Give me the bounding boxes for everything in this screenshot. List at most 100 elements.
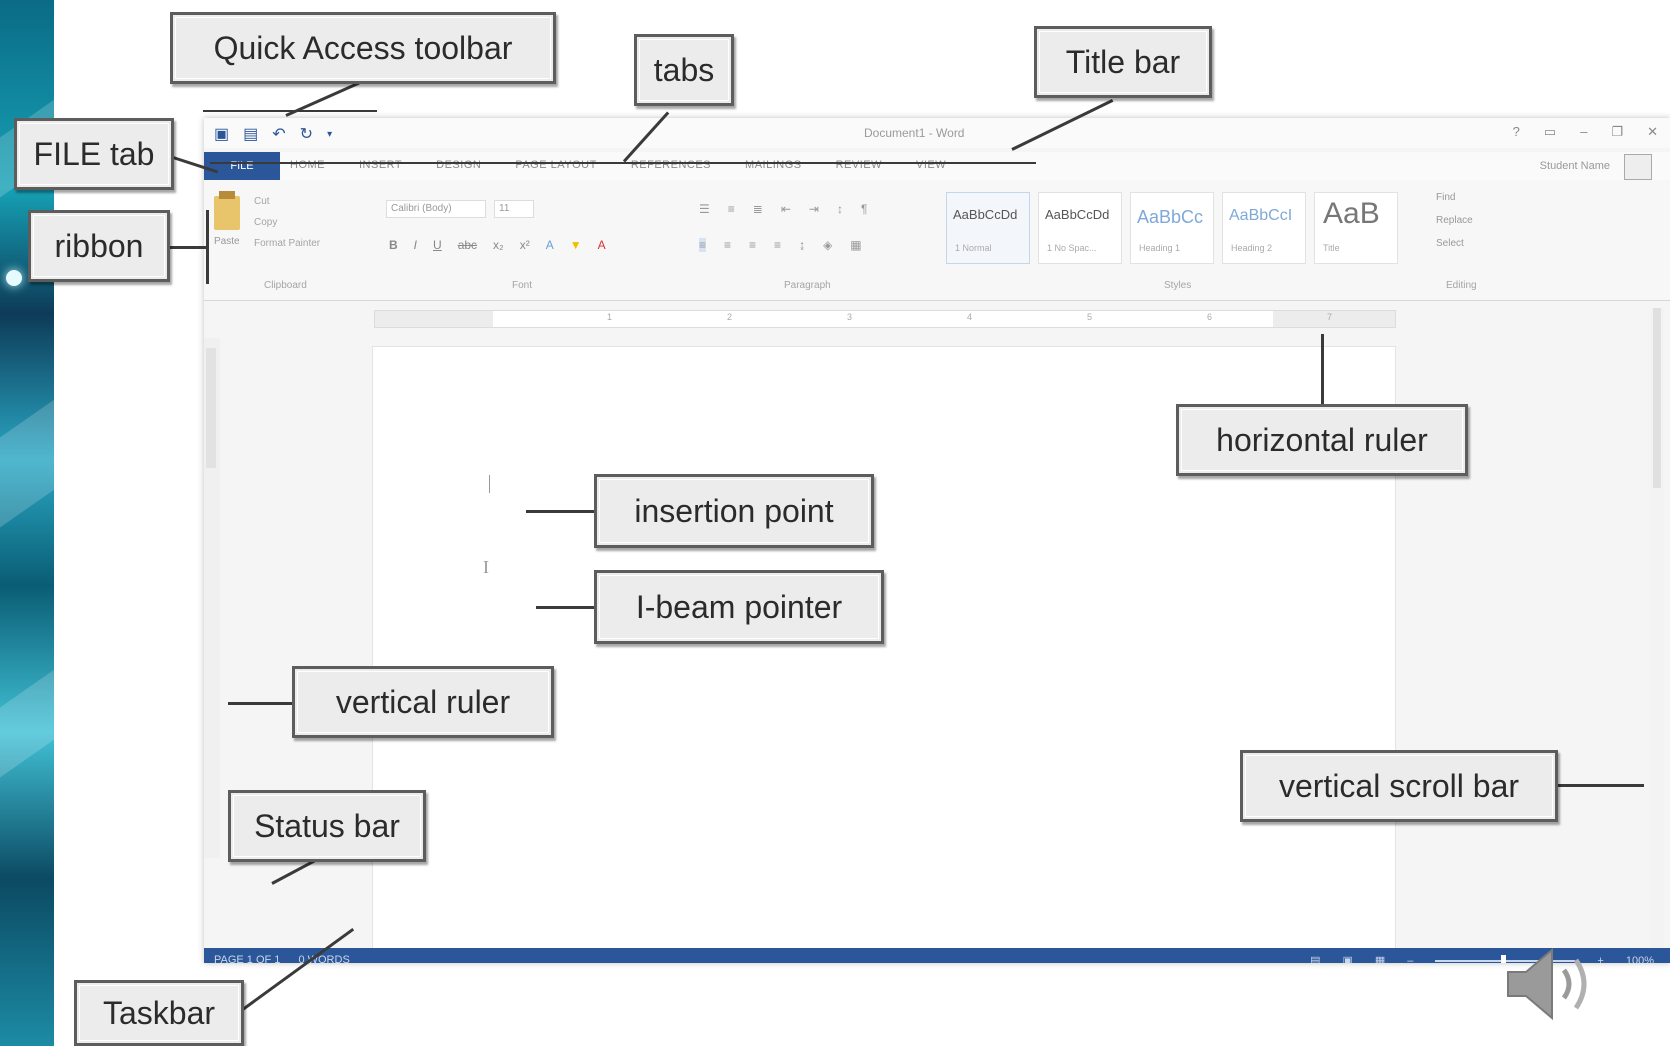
line-spacing-icon[interactable]: ↨	[799, 238, 805, 252]
multilevel-list-icon[interactable]: ≣	[753, 202, 763, 216]
superscript-icon[interactable]: x²	[520, 238, 530, 252]
style-title[interactable]: AaB Title	[1314, 192, 1398, 264]
ribbon-display-icon[interactable]: ▭	[1544, 124, 1556, 140]
status-bar: PAGE 1 OF 1 0 WORDS ▤ ▣ ▦ – + 100%	[204, 948, 1670, 963]
styles-gallery: AaBbCcDd 1 Normal AaBbCcDd 1 No Spac... …	[946, 192, 1398, 264]
format-painter-button[interactable]: Format Painter	[254, 238, 320, 249]
ruler-number: 4	[967, 312, 973, 322]
scroll-thumb[interactable]	[1653, 308, 1661, 488]
speaker-icon[interactable]	[1500, 944, 1610, 1024]
customize-qat-icon[interactable]: ▾	[327, 129, 332, 140]
undo-icon[interactable]: ↶	[272, 124, 285, 144]
highlight-icon[interactable]: ▼	[570, 238, 582, 252]
tab-page-layout[interactable]: PAGE LAYOUT	[515, 159, 597, 171]
style-name: Heading 1	[1139, 243, 1181, 253]
font-color-icon[interactable]: A	[598, 238, 606, 252]
tab-review[interactable]: REVIEW	[836, 159, 882, 171]
paste-icon[interactable]	[214, 191, 240, 230]
page-count[interactable]: PAGE 1 OF 1	[214, 954, 280, 963]
replace-button[interactable]: Replace	[1436, 215, 1473, 226]
zoom-out-icon[interactable]: –	[1407, 955, 1413, 964]
style-sample: AaB	[1323, 197, 1380, 230]
style-normal[interactable]: AaBbCcDd 1 Normal	[946, 192, 1030, 264]
word-logo-icon[interactable]: ▣	[214, 124, 229, 144]
callout-status-bar: Status bar	[228, 790, 426, 862]
bold-icon[interactable]: B	[389, 238, 398, 252]
select-button[interactable]: Select	[1436, 238, 1473, 249]
style-heading-2[interactable]: AaBbCcI Heading 2	[1222, 192, 1306, 264]
help-icon[interactable]: ?	[1513, 124, 1520, 140]
status-left: PAGE 1 OF 1 0 WORDS	[214, 954, 350, 963]
borders-icon[interactable]: ▦	[850, 238, 861, 252]
callout-vertical-ruler: vertical ruler	[292, 666, 554, 738]
justify-icon[interactable]: ≡	[774, 238, 781, 252]
style-no-spacing[interactable]: AaBbCcDd 1 No Spac...	[1038, 192, 1122, 264]
vertical-ruler[interactable]	[204, 338, 220, 858]
decrease-indent-icon[interactable]: ⇤	[781, 202, 791, 216]
increase-indent-icon[interactable]: ⇥	[809, 202, 819, 216]
redo-icon[interactable]: ↻	[300, 124, 313, 144]
font-name-dropdown[interactable]: Calibri (Body)	[386, 200, 486, 218]
vertical-scroll-bar[interactable]	[1650, 308, 1664, 948]
tab-insert[interactable]: INSERT	[359, 159, 402, 171]
print-layout-icon[interactable]: ▣	[1342, 954, 1352, 963]
paste-label[interactable]: Paste	[214, 236, 240, 247]
leader-line	[1321, 334, 1324, 406]
tab-references[interactable]: REFERENCES	[631, 159, 711, 171]
ruler-number: 3	[847, 312, 853, 322]
leader-line	[228, 702, 294, 705]
tab-mailings[interactable]: MAILINGS	[745, 159, 802, 171]
horizontal-ruler[interactable]: 1 2 3 4 5 6 7	[374, 310, 1396, 328]
save-icon[interactable]: ▤	[243, 124, 258, 144]
bullets-icon[interactable]: ☰	[699, 202, 710, 216]
user-name[interactable]: Student Name	[1540, 160, 1610, 172]
numbering-icon[interactable]: ≡	[728, 202, 735, 216]
vertical-ruler-marker	[206, 348, 216, 468]
leader-line	[526, 510, 598, 513]
editing-group: Find Replace Select	[1436, 192, 1473, 249]
text-effects-icon[interactable]: A	[546, 238, 554, 252]
align-left-icon[interactable]: ≡	[699, 238, 707, 252]
cut-button[interactable]: Cut	[254, 196, 320, 207]
read-mode-icon[interactable]: ▤	[1310, 954, 1320, 963]
callout-tabs: tabs	[634, 34, 734, 106]
style-sample: AaBbCcDd	[1045, 207, 1110, 222]
callout-taskbar: Taskbar	[74, 980, 244, 1046]
tab-design[interactable]: DESIGN	[436, 159, 481, 171]
zoom-level[interactable]: 100%	[1626, 955, 1654, 964]
style-name: 1 No Spac...	[1047, 243, 1097, 253]
leader-line	[206, 210, 209, 284]
paragraph-row-2: ≡ ≡ ≡ ≡ ↨ ◈ ▦	[699, 238, 862, 252]
minimize-icon[interactable]: –	[1580, 124, 1587, 140]
paragraph-row-1: ☰ ≡ ≣ ⇤ ⇥ ↕ ¶	[699, 202, 867, 216]
tab-view[interactable]: VIEW	[916, 159, 946, 171]
ibeam-pointer-icon: I	[483, 557, 489, 577]
group-label-clipboard: Clipboard	[264, 280, 307, 291]
ribbon-tabs: FILE HOME INSERT DESIGN PAGE LAYOUT REFE…	[204, 152, 1670, 180]
file-tab[interactable]: FILE	[204, 152, 280, 180]
font-size-dropdown[interactable]: 11	[494, 200, 534, 218]
sort-icon[interactable]: ↕	[837, 202, 843, 216]
tab-home[interactable]: HOME	[290, 159, 325, 171]
style-heading-1[interactable]: AaBbCc Heading 1	[1130, 192, 1214, 264]
align-center-icon[interactable]: ≡	[724, 238, 731, 252]
ruler-number: 7	[1327, 312, 1333, 322]
callout-quick-access-toolbar: Quick Access toolbar	[170, 12, 556, 84]
insertion-point	[489, 475, 490, 493]
web-layout-icon[interactable]: ▦	[1375, 954, 1385, 963]
close-icon[interactable]: ✕	[1647, 124, 1658, 140]
style-name: Heading 2	[1231, 243, 1273, 253]
callout-file-tab: FILE tab	[14, 118, 174, 190]
shading-icon[interactable]: ◈	[823, 238, 832, 252]
italic-icon[interactable]: I	[414, 238, 417, 252]
strikethrough-icon[interactable]: abc	[458, 238, 477, 252]
underline-icon[interactable]: U	[433, 238, 442, 252]
copy-button[interactable]: Copy	[254, 217, 320, 228]
avatar[interactable]	[1624, 154, 1652, 180]
find-button[interactable]: Find	[1436, 192, 1473, 203]
ruler-number: 6	[1207, 312, 1213, 322]
restore-icon[interactable]: ❐	[1611, 124, 1623, 140]
subscript-icon[interactable]: x₂	[493, 238, 504, 252]
align-right-icon[interactable]: ≡	[749, 238, 756, 252]
show-marks-icon[interactable]: ¶	[861, 202, 867, 216]
